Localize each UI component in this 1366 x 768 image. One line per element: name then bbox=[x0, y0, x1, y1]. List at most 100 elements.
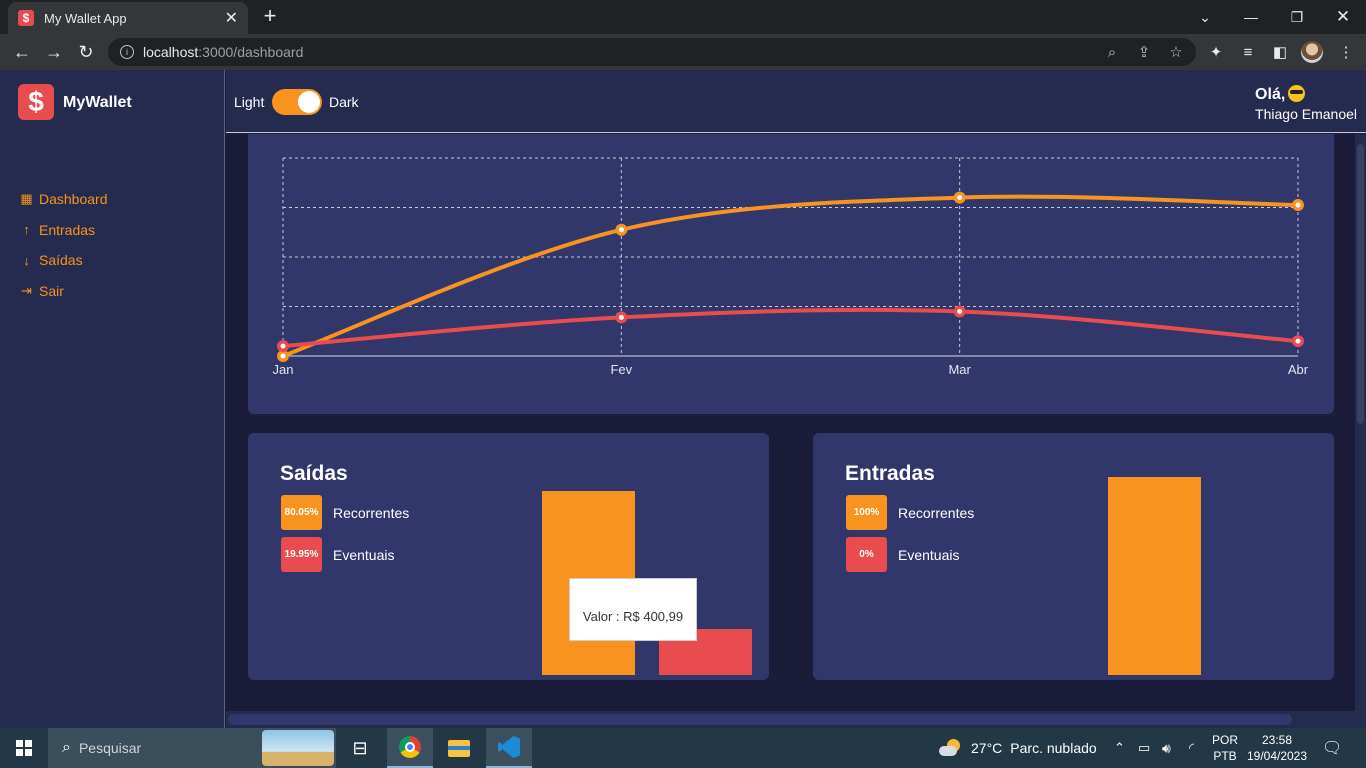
partly-cloudy-icon bbox=[939, 739, 963, 757]
legend-recorrentes: 80.05% Recorrentes bbox=[281, 495, 409, 530]
battery-icon[interactable]: ▭ bbox=[1138, 728, 1150, 768]
legend-label: Eventuais bbox=[333, 546, 395, 563]
exit-icon: ⇥ bbox=[21, 282, 32, 298]
clock-date: 19/04/2023 bbox=[1246, 749, 1308, 763]
user-name: Thiago Emanoel bbox=[1255, 106, 1357, 122]
taskbar-search[interactable]: ⌕ Pesquisar bbox=[48, 728, 336, 768]
browser-tab-strip: $ My Wallet App ✕ + ⌄ — ❐ ✕ bbox=[0, 0, 1366, 34]
series-point-center bbox=[618, 227, 624, 233]
sidebar-item-label: Sair bbox=[39, 282, 64, 299]
sunglasses-emoji-icon bbox=[1288, 85, 1306, 102]
history-chart-card: Jan Fev Mar Abr bbox=[248, 134, 1334, 414]
tray-chevron-icon[interactable]: ⌃ bbox=[1114, 728, 1125, 768]
media-control-icon[interactable]: ≡ bbox=[1236, 40, 1260, 64]
series-point-center bbox=[957, 308, 963, 314]
browser-tab[interactable]: $ My Wallet App ✕ bbox=[8, 2, 248, 34]
series-point-center bbox=[280, 343, 286, 349]
x-tick-label: Abr bbox=[1288, 362, 1309, 377]
series-point-center bbox=[957, 195, 963, 201]
sidebar-item-label: Saídas bbox=[39, 252, 83, 269]
chrome-icon bbox=[399, 736, 421, 758]
horizontal-scrollbar[interactable] bbox=[226, 711, 1356, 728]
greeting-hello: Olá, bbox=[1255, 86, 1286, 103]
legend-label: Eventuais bbox=[898, 546, 960, 563]
taskbar-chrome[interactable] bbox=[387, 728, 433, 768]
task-view-icon[interactable]: ⊟ bbox=[337, 728, 383, 768]
url-host: localhost bbox=[143, 44, 199, 60]
back-button[interactable]: ← bbox=[10, 40, 34, 64]
sidebar-item-saidas[interactable]: ↓ Saídas bbox=[20, 245, 108, 276]
series-point-center bbox=[1295, 202, 1301, 208]
language-indicator[interactable]: POR PTB bbox=[1212, 728, 1238, 768]
start-button[interactable] bbox=[0, 728, 48, 768]
dashboard-icon: ▦ bbox=[20, 191, 33, 207]
theme-light-label: Light bbox=[234, 94, 265, 110]
new-tab-button[interactable]: + bbox=[258, 5, 282, 29]
weather-desc: Parc. nublado bbox=[1010, 740, 1097, 756]
taskbar-vscode[interactable] bbox=[486, 728, 532, 768]
app-header: Light Dark Olá, Thiago Emanoel bbox=[226, 70, 1366, 133]
legend-badge: 0% bbox=[846, 537, 887, 572]
tab-search-icon[interactable]: ⌄ bbox=[1182, 0, 1228, 34]
side-panel-icon[interactable]: ◧ bbox=[1268, 40, 1292, 64]
lang-top: POR bbox=[1212, 733, 1239, 747]
zoom-icon[interactable]: ⌕ bbox=[1098, 38, 1126, 66]
profile-avatar[interactable] bbox=[1301, 41, 1323, 63]
legend-label: Recorrentes bbox=[898, 504, 975, 521]
site-info-icon[interactable]: i bbox=[120, 45, 134, 59]
tab-title: My Wallet App bbox=[44, 10, 127, 26]
legend-badge: 19.95% bbox=[281, 537, 322, 572]
history-line-chart: Jan Fev Mar Abr bbox=[273, 157, 1309, 377]
tab-close-icon[interactable]: ✕ bbox=[225, 8, 238, 28]
vertical-scrollbar[interactable] bbox=[1355, 134, 1366, 728]
arrow-up-icon: ↑ bbox=[23, 222, 30, 238]
x-tick-label: Fev bbox=[610, 362, 632, 377]
url-path: :3000/dashboard bbox=[198, 44, 304, 60]
theme-toggle[interactable] bbox=[272, 89, 322, 115]
series-point-center bbox=[280, 353, 286, 359]
search-icon: ⌕ bbox=[62, 739, 71, 756]
series-point-center bbox=[618, 314, 624, 320]
legend-eventuais: 0% Eventuais bbox=[846, 537, 959, 572]
weather-temp: 27°C bbox=[971, 740, 1003, 756]
forward-button[interactable]: → bbox=[42, 40, 66, 64]
system-clock[interactable]: 23:58 19/04/2023 bbox=[1246, 728, 1308, 768]
windows-logo-icon bbox=[16, 740, 32, 756]
sidebar-item-dashboard[interactable]: ▦ Dashboard bbox=[20, 184, 108, 215]
legend-recorrentes: 100% Recorrentes bbox=[846, 495, 974, 530]
reload-button[interactable]: ↻ bbox=[74, 40, 98, 64]
lang-bottom: PTB bbox=[1213, 749, 1237, 763]
volume-icon[interactable]: 🔊︎ bbox=[1162, 728, 1171, 768]
network-icon[interactable]: ◜ bbox=[1189, 728, 1194, 768]
scrollbar-thumb[interactable] bbox=[228, 714, 1292, 725]
entradas-title: Entradas bbox=[845, 462, 935, 485]
sidebar-item-entradas[interactable]: ↑ Entradas bbox=[20, 215, 108, 246]
browser-menu-icon[interactable]: ⋮ bbox=[1334, 40, 1358, 64]
bookmark-star-icon[interactable]: ☆ bbox=[1162, 38, 1190, 66]
entradas-card: Entradas 100% Recorrentes 0% Eventuais bbox=[813, 433, 1334, 680]
app-name: MyWallet bbox=[63, 94, 132, 111]
clock-time: 23:58 bbox=[1261, 733, 1293, 747]
sidebar-item-sair[interactable]: ⇥ Sair bbox=[20, 276, 108, 307]
weather-widget[interactable]: 27°C Parc. nublado bbox=[939, 728, 1097, 768]
theme-dark-label: Dark bbox=[329, 94, 359, 110]
extensions-icon[interactable]: ✦ bbox=[1204, 40, 1228, 64]
tab-favicon-icon: $ bbox=[18, 10, 34, 26]
series-point-center bbox=[1295, 338, 1301, 344]
taskbar-file-explorer[interactable] bbox=[436, 728, 482, 768]
scrollbar-thumb[interactable] bbox=[1357, 144, 1364, 424]
sidebar: $ MyWallet ▦ Dashboard ↑ Entradas ↓ Saíd… bbox=[0, 70, 225, 728]
dashboard-content: Jan Fev Mar Abr Saídas 80.05% Recorrentes 1… bbox=[226, 134, 1355, 728]
sidebar-item-label: Dashboard bbox=[39, 191, 108, 208]
share-icon[interactable]: ⇪ bbox=[1130, 38, 1158, 66]
folder-icon bbox=[448, 739, 470, 757]
minimize-button[interactable]: — bbox=[1228, 0, 1274, 34]
restore-button[interactable]: ❐ bbox=[1274, 0, 1320, 34]
address-bar[interactable]: i localhost:3000/dashboard ⌕ ⇪ ☆ bbox=[108, 38, 1196, 66]
chart-tooltip: Valor : R$ 400,99 bbox=[569, 578, 697, 641]
close-window-button[interactable]: ✕ bbox=[1320, 0, 1366, 34]
notifications-icon[interactable]: 🗨︎ bbox=[1322, 728, 1342, 768]
bar-recorrentes[interactable] bbox=[1108, 477, 1201, 675]
app-logo-icon: $ bbox=[18, 84, 54, 120]
series-line bbox=[282, 307, 1299, 349]
